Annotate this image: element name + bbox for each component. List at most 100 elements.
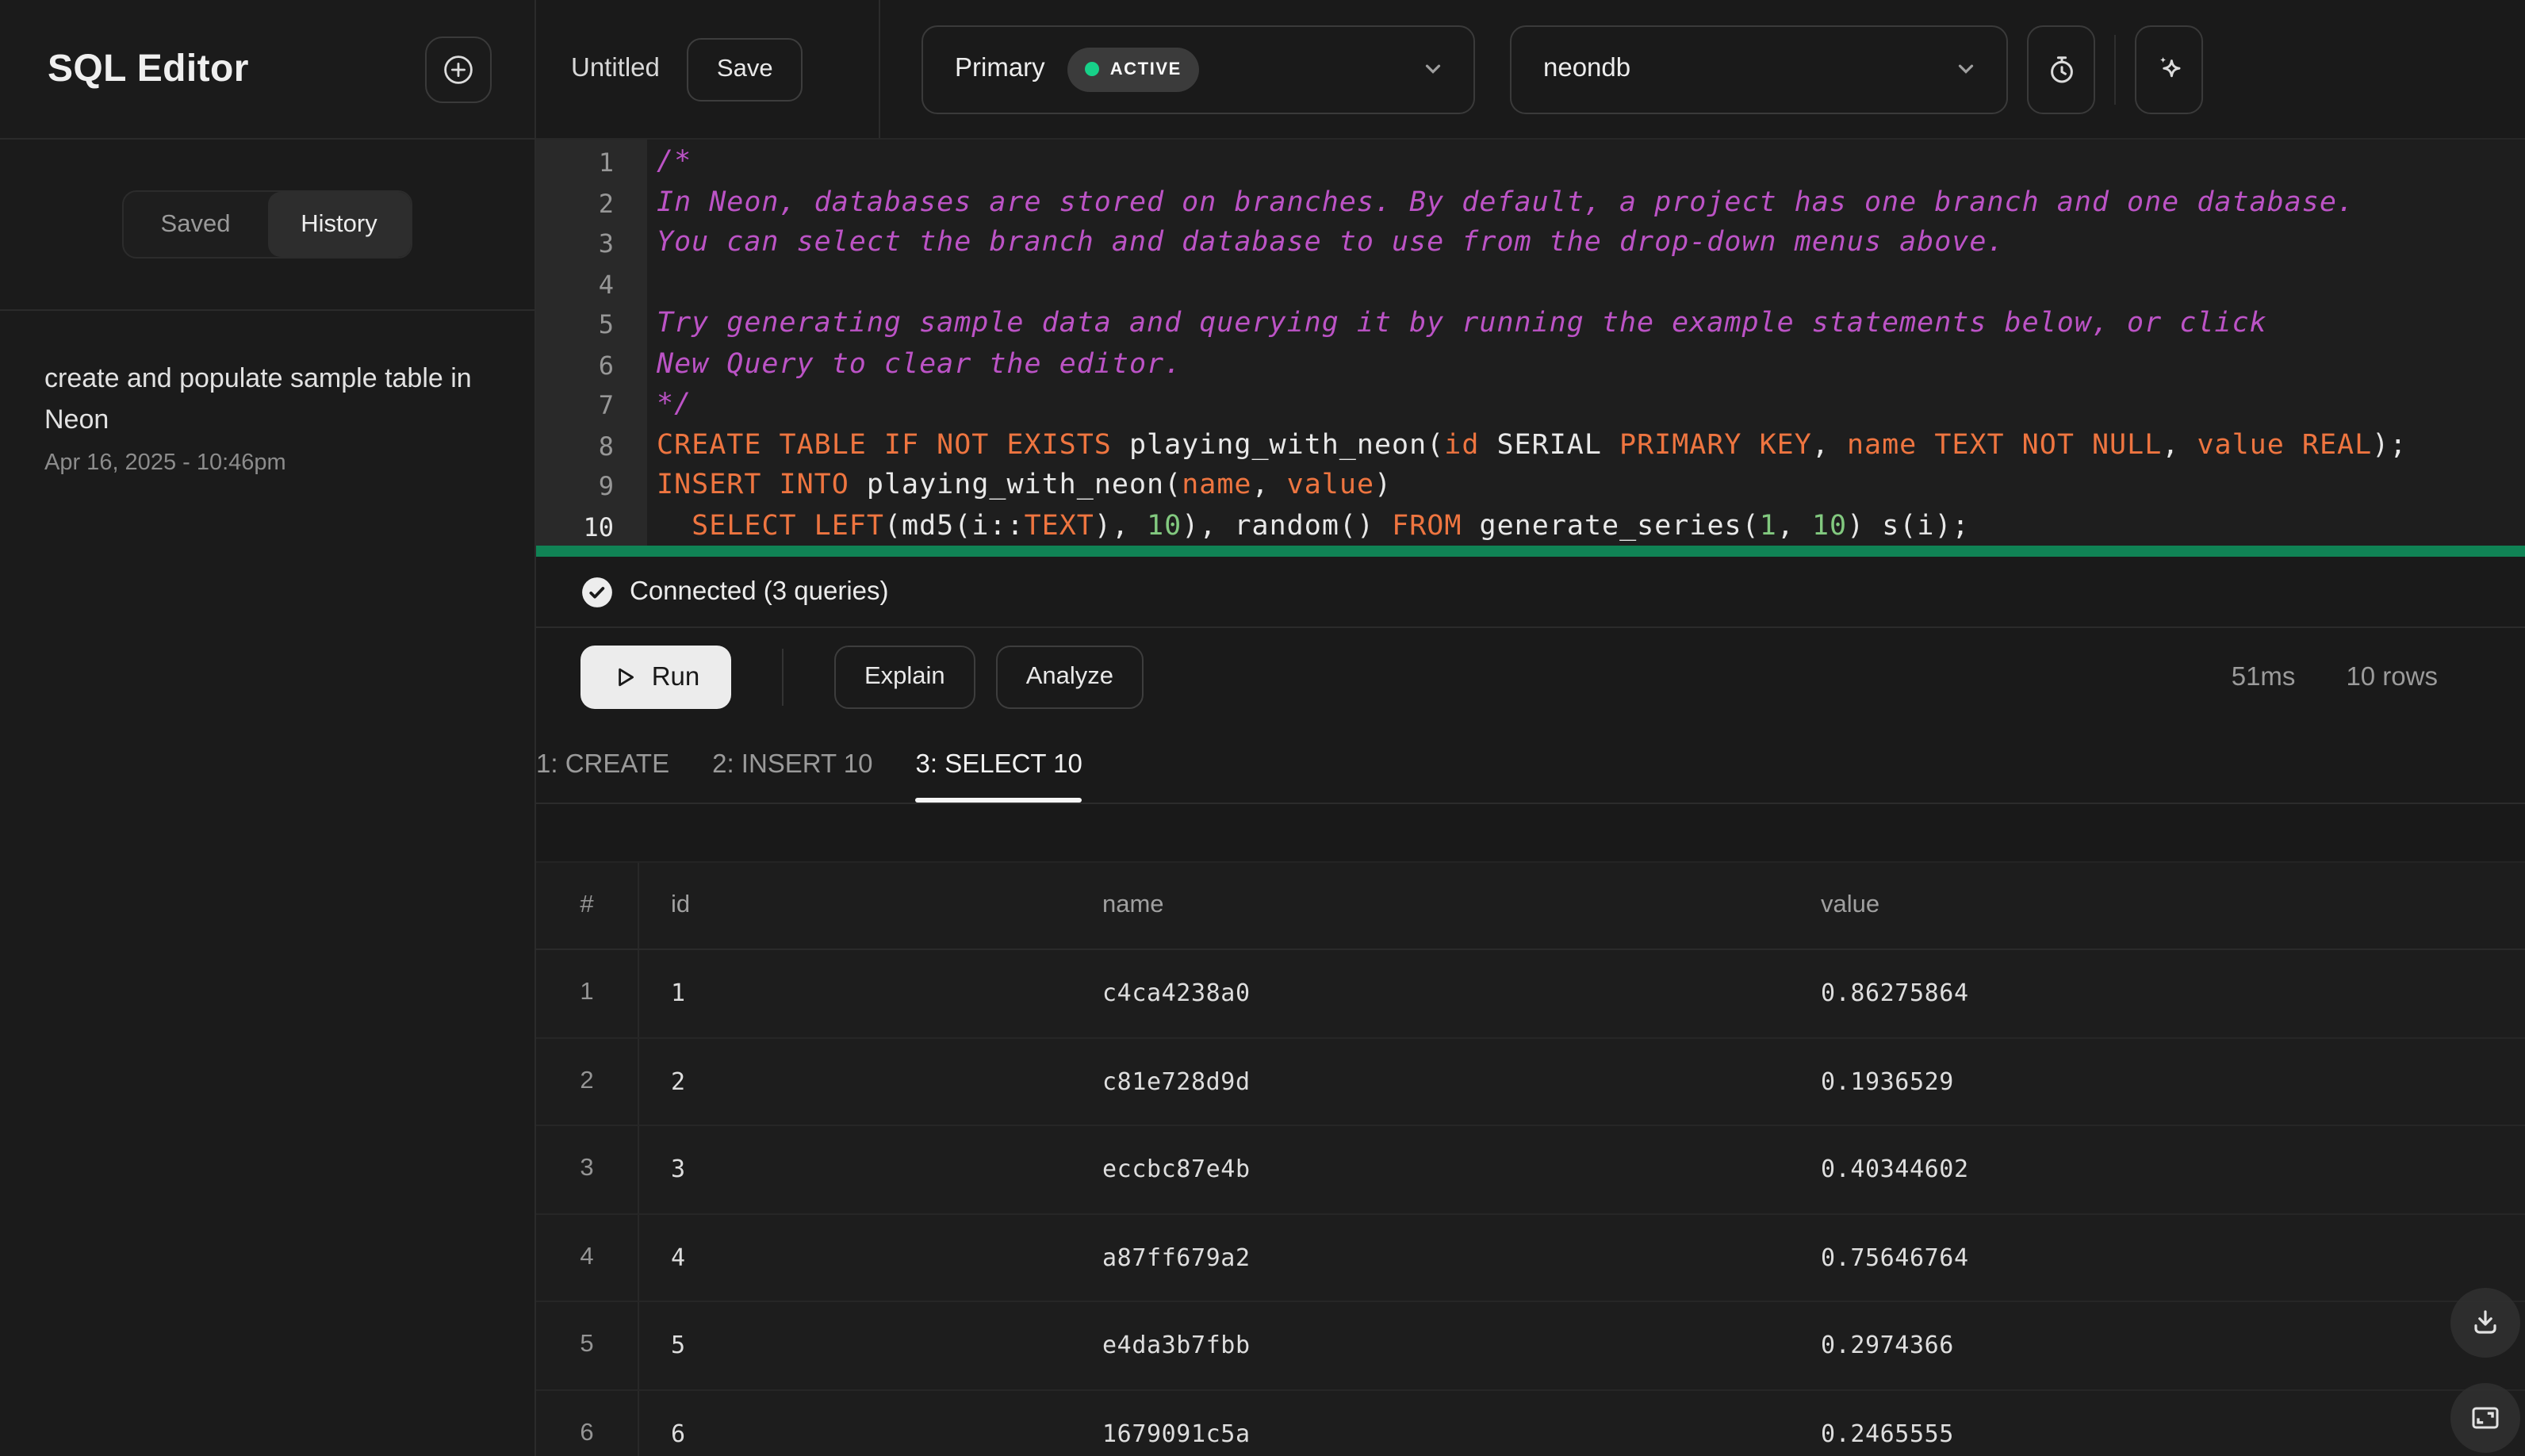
code-line: 10 SELECT LEFT(md5(i::TEXT), 10), random…	[536, 507, 2525, 547]
table-cell: 0.75646764	[1821, 1243, 1969, 1272]
table-cell: 6	[671, 1419, 686, 1448]
expand-icon	[2468, 1400, 2503, 1435]
database-select[interactable]: neondb	[1510, 25, 2008, 113]
run-label: Run	[651, 662, 700, 691]
plus-circle-icon	[441, 52, 476, 86]
table-cell: 0.1936529	[1821, 1067, 1954, 1096]
table-cell: 5	[671, 1331, 686, 1360]
chevron-down-icon	[1954, 57, 1978, 81]
code-line: 5 Try generating sample data and querying…	[536, 305, 2525, 345]
row-number-cell: 5	[536, 1302, 639, 1389]
result-tabs: 1: CREATE 2: INSERT 10 3: SELECT 10	[536, 726, 2525, 804]
sql-editor-app: SQL Editor Saved History create and popu…	[0, 0, 2525, 1456]
history-item[interactable]: create and populate sample table in Neon…	[44, 358, 481, 476]
editor-toolbar: Untitled Save Primary ACTIVE neondb	[536, 0, 2525, 140]
code-text: */	[657, 389, 692, 420]
history-item-title: create and populate sample table in Neon	[44, 363, 472, 435]
save-button[interactable]: Save	[686, 37, 803, 101]
column-header: id	[671, 891, 691, 918]
row-number-cell: 1	[536, 950, 639, 1036]
table-row[interactable]: 6 6 1679091c5a 0.2465555	[536, 1390, 2525, 1456]
code-line: 9 INSERT INTO playing_with_neon(name, val…	[536, 466, 2525, 507]
download-icon	[2468, 1305, 2503, 1340]
table-cell: eccbc87e4b	[1102, 1155, 1251, 1184]
table-cell: 1	[671, 979, 686, 1008]
new-query-button[interactable]	[425, 36, 492, 102]
sidebar-tab-bar: Saved History	[0, 140, 535, 311]
query-duration: 51ms	[2231, 662, 2296, 691]
table-cell: 3	[671, 1155, 686, 1184]
sidebar: SQL Editor Saved History create and popu…	[0, 0, 536, 1456]
analyze-button[interactable]: Analyze	[995, 646, 1144, 709]
line-number: 7	[598, 390, 614, 420]
download-results-button[interactable]	[2450, 1288, 2520, 1358]
line-number: 9	[598, 471, 614, 501]
line-number: 6	[598, 350, 614, 380]
toolbar-divider	[2114, 34, 2116, 104]
page-title: SQL Editor	[48, 47, 249, 90]
table-row[interactable]: 2 2 c81e728d9d 0.1936529	[536, 1038, 2525, 1126]
sparkle-icon	[2150, 50, 2188, 88]
ai-assist-button[interactable]	[2135, 25, 2203, 113]
table-cell: 0.2974366	[1821, 1331, 1954, 1360]
expand-results-button[interactable]	[2450, 1383, 2520, 1453]
result-tab[interactable]: 1: CREATE	[536, 726, 669, 803]
history-item-date: Apr 16, 2025 - 10:46pm	[44, 450, 286, 476]
connection-status-label: Connected (3 queries)	[630, 577, 889, 605]
play-icon	[612, 665, 638, 690]
branch-status-label: ACTIVE	[1109, 59, 1182, 79]
query-history-button[interactable]	[2027, 25, 2095, 113]
branch-name: Primary	[955, 54, 1045, 82]
code-line: 1 /*	[536, 143, 2525, 183]
result-tab[interactable]: 3: SELECT 10	[915, 726, 1083, 803]
line-number: 3	[598, 228, 614, 259]
actions-divider	[782, 649, 784, 706]
table-cell: 0.40344602	[1821, 1155, 1969, 1184]
row-number-cell: 4	[536, 1214, 639, 1301]
table-row[interactable]: 5 5 e4da3b7fbb 0.2974366	[536, 1302, 2525, 1390]
column-header: value	[1821, 891, 1880, 918]
code-text: CREATE TABLE IF NOT EXISTS playing_with_…	[657, 429, 2408, 461]
tab-saved[interactable]: Saved	[124, 192, 267, 257]
result-tab[interactable]: 2: INSERT 10	[712, 726, 872, 803]
database-name: neondb	[1543, 54, 1631, 82]
code-text: New Query to clear the editor.	[657, 348, 1182, 380]
results-floating-actions	[2450, 1288, 2520, 1453]
code-text: /*	[657, 146, 692, 178]
table-row[interactable]: 4 4 a87ff679a2 0.75646764	[536, 1214, 2525, 1302]
line-number: 4	[598, 269, 614, 299]
table-row[interactable]: 1 1 c4ca4238a0 0.86275864	[536, 950, 2525, 1038]
code-text: You can select the branch and database t…	[657, 227, 2005, 259]
row-number-cell: 3	[536, 1126, 639, 1213]
query-title: Untitled	[571, 54, 660, 82]
table-row[interactable]: 3 3 eccbc87e4b 0.40344602	[536, 1126, 2525, 1214]
table-cell: a87ff679a2	[1102, 1243, 1251, 1272]
run-button[interactable]: Run	[580, 646, 731, 709]
connection-status: Connected (3 queries)	[536, 557, 2525, 628]
branch-select[interactable]: Primary ACTIVE	[921, 25, 1475, 113]
table-cell: e4da3b7fbb	[1102, 1331, 1251, 1360]
chevron-down-icon	[1421, 57, 1445, 81]
line-number: 8	[598, 431, 614, 461]
column-header: #	[536, 863, 639, 948]
row-count: 10 rows	[2346, 662, 2438, 691]
table-cell: 2	[671, 1067, 686, 1096]
main-panel: Untitled Save Primary ACTIVE neondb 1 /*…	[536, 0, 2525, 1456]
code-text: In Neon, databases are stored on branche…	[657, 186, 2354, 218]
table-cell: 1679091c5a	[1102, 1419, 1251, 1448]
code-text: SELECT LEFT(md5(i::TEXT), 10), random() …	[692, 510, 1970, 542]
results-table: # id name value 1 1 c4ca4238a0 0.86275864 2 2 c81e…	[536, 861, 2525, 1456]
code-editor[interactable]: 1 /* 2 In Neon, databases are stored on bra…	[536, 140, 2525, 557]
stopwatch-icon	[2044, 52, 2079, 86]
code-line: 4	[536, 264, 2525, 305]
code-lines: 1 /* 2 In Neon, databases are stored on bra…	[536, 143, 2525, 547]
saved-history-toggle: Saved History	[122, 190, 412, 259]
branch-status-badge: ACTIVE	[1067, 47, 1199, 91]
tab-history[interactable]: History	[267, 192, 411, 257]
context-selects: Primary ACTIVE neondb	[880, 0, 2525, 138]
line-number: 1	[598, 148, 614, 178]
results-gap	[536, 804, 2525, 861]
table-cell: c81e728d9d	[1102, 1067, 1251, 1096]
line-number: 5	[598, 309, 614, 339]
explain-button[interactable]: Explain	[834, 646, 975, 709]
